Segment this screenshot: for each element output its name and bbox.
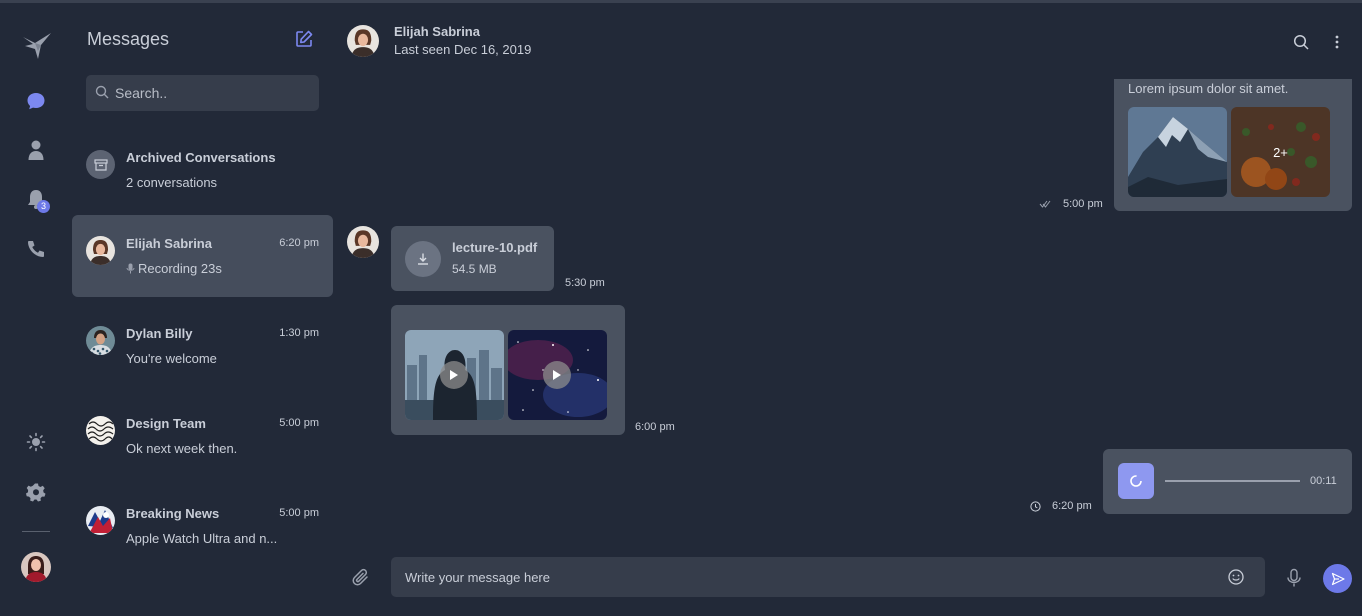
conversation-preview: Ok next week then. (126, 441, 238, 456)
avatar (86, 506, 115, 535)
avatar (86, 236, 115, 265)
contact-name: Breaking News (126, 506, 220, 521)
emoji-icon[interactable] (1227, 568, 1245, 586)
conversation-preview: You're welcome (126, 351, 217, 366)
audio-progress-bar[interactable] (1165, 480, 1300, 482)
double-check-icon (1039, 200, 1051, 208)
message-time: 6:20 pm (1052, 500, 1092, 512)
contact-name: Elijah Sabrina (126, 236, 212, 251)
contact-name: Dylan Billy (126, 326, 193, 341)
send-icon (1331, 572, 1345, 585)
conversation-time: 6:20 pm (279, 237, 319, 249)
play-icon (450, 370, 458, 380)
conversation-time: 5:00 pm (279, 507, 319, 519)
file-size: 54.5 MB (452, 262, 497, 276)
microphone-icon (1287, 568, 1301, 587)
contact-name: Design Team (126, 416, 206, 431)
audio-play-button[interactable] (1118, 463, 1154, 499)
avatar (86, 326, 115, 355)
avatar (86, 416, 115, 445)
message-time: 5:00 pm (1063, 198, 1103, 210)
more-options-button[interactable] (1327, 32, 1347, 52)
download-icon (418, 253, 428, 265)
conversation-preview: Recording 23s (126, 261, 222, 276)
nav-rail: 3 (0, 3, 72, 616)
compose-button[interactable] (294, 29, 314, 49)
search-input[interactable] (115, 75, 315, 111)
voice-record-button[interactable] (1286, 568, 1304, 588)
kebab-menu-icon (1335, 35, 1339, 49)
search-box (86, 75, 319, 111)
user-avatar[interactable] (21, 552, 51, 582)
play-button[interactable] (440, 361, 468, 389)
audio-duration: 00:11 (1310, 475, 1337, 487)
chat-bubble-icon[interactable] (24, 89, 48, 113)
paperclip-icon (352, 568, 368, 586)
contact-name: Elijah Sabrina (394, 24, 480, 39)
outgoing-audio-bubble: 00:11 (1103, 449, 1352, 514)
conversation-item[interactable]: Elijah Sabrina 6:20 pm Recording 23s (72, 215, 333, 297)
download-button[interactable] (405, 241, 441, 277)
message-composer (391, 557, 1265, 597)
contact-avatar (347, 226, 379, 258)
phone-icon[interactable] (24, 237, 48, 261)
edit-icon (296, 30, 313, 47)
archive-icon (86, 150, 115, 179)
conversation-item[interactable]: Dylan Billy 1:30 pm You're welcome (72, 305, 333, 387)
archived-conversations[interactable]: Archived Conversations 2 conversations (72, 129, 333, 211)
play-button[interactable] (543, 361, 571, 389)
message-time: 6:00 pm (635, 421, 675, 433)
clock-icon (1030, 501, 1041, 512)
message-text: Lorem ipsum dolor sit amet. (1128, 81, 1289, 96)
search-icon (1293, 34, 1309, 50)
conversation-list: Messages Archived Conversations 2 conver… (72, 3, 333, 616)
message-input[interactable] (405, 557, 1205, 597)
conversation-time: 1:30 pm (279, 327, 319, 339)
chat-header: Elijah Sabrina Last seen Dec 16, 2019 (333, 3, 1362, 77)
last-seen-status: Last seen Dec 16, 2019 (394, 42, 532, 57)
more-images-label: 2+ (1273, 144, 1288, 160)
send-button[interactable] (1323, 564, 1352, 593)
archived-title: Archived Conversations (126, 150, 276, 165)
notification-badge: 3 (37, 200, 50, 213)
loading-spinner-icon (1130, 475, 1142, 487)
message-time: 5:30 pm (565, 277, 605, 289)
gear-icon[interactable] (24, 480, 48, 504)
conversation-item[interactable]: Breaking News 5:00 pm Apple Watch Ultra … (72, 485, 333, 567)
message-thread: Lorem ipsum dolor sit amet. 2+ 5:00 pm l… (333, 79, 1362, 539)
conversation-preview: Apple Watch Ultra and n... (126, 531, 278, 546)
sun-icon[interactable] (24, 430, 48, 454)
search-button[interactable] (1291, 32, 1311, 52)
conversation-time: 5:00 pm (279, 417, 319, 429)
rail-divider (22, 531, 50, 532)
image-thumbnail-food[interactable]: 2+ (1231, 107, 1330, 197)
user-icon[interactable] (24, 138, 48, 162)
video-thumbnail-space[interactable] (508, 330, 607, 420)
image-thumbnail-mountain[interactable] (1128, 107, 1227, 197)
video-thumbnail-city[interactable] (405, 330, 504, 420)
bird-logo-icon[interactable] (21, 29, 53, 61)
messages-title: Messages (87, 29, 170, 49)
conversation-item[interactable]: Design Team 5:00 pm Ok next week then. (72, 395, 333, 477)
search-icon (95, 85, 109, 99)
contact-avatar[interactable] (347, 25, 379, 57)
attach-button[interactable] (352, 568, 372, 588)
archived-subtitle: 2 conversations (126, 175, 218, 190)
microphone-icon (126, 263, 135, 274)
play-icon (553, 370, 561, 380)
file-name[interactable]: lecture-10.pdf (452, 240, 537, 255)
outgoing-message-bubble: Lorem ipsum dolor sit amet. 2+ (1114, 79, 1352, 211)
incoming-file-bubble: lecture-10.pdf 54.5 MB (391, 226, 554, 291)
incoming-video-bubble (391, 305, 625, 435)
